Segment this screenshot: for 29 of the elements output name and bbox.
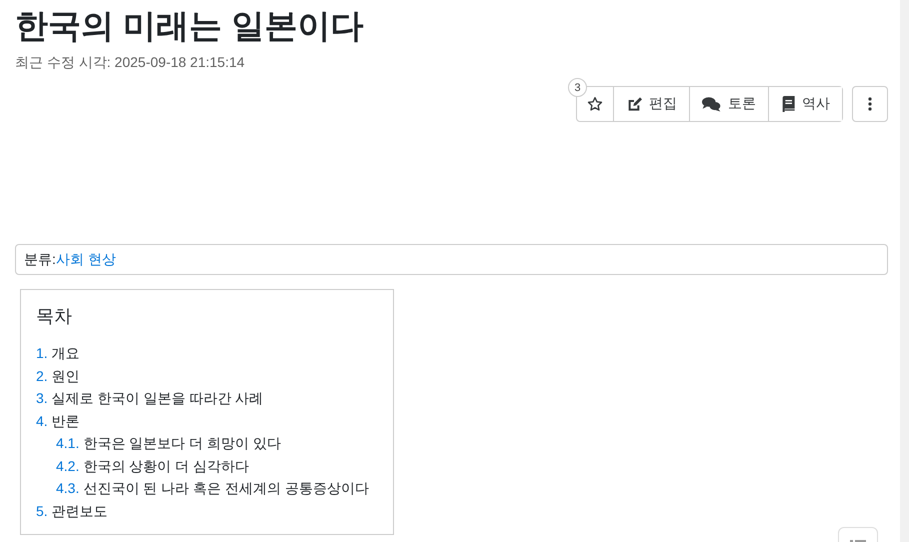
toc-number-link[interactable]: 2. [36,364,48,387]
last-modified-text: 최근 수정 시각: 2025-09-18 21:15:14 [15,54,246,72]
toc-entry: 한국은 일본보다 더 희망이 있다 [83,434,281,453]
toc-entry: 한국의 상황이 더 심각하다 [83,456,250,476]
toc-entry: 반론 [52,412,80,430]
toc-number-link[interactable]: 4.3. [56,477,80,500]
chat-icon [702,96,721,112]
toc-number-link[interactable]: 1. [36,342,48,364]
toc-entry: 실제로 한국이 일본을 따라간 사례 [52,389,264,408]
category-link[interactable]: 사회 현상 [56,250,116,268]
toc-title: 목차 [36,305,73,328]
star-count-badge: 3 [568,78,587,97]
toc-number-link[interactable]: 3. [36,387,48,410]
more-button[interactable] [852,86,888,122]
book-icon [781,96,795,112]
star-icon [587,96,603,112]
toc-number-link[interactable]: 4.2. [56,454,80,477]
toc-number-link[interactable]: 5. [36,500,48,522]
page-title: 한국의 미래는 일본이다 [15,6,364,46]
history-button[interactable]: 역사 [768,87,842,121]
toc-entry: 개요 [52,344,80,363]
toc-entry: 관련보도 [52,502,108,520]
more-icon [868,97,872,111]
toc-entry: 선진국이 된 나라 혹은 전세계의 공통증상이다 [83,479,369,498]
toc-number-link[interactable]: 4. [36,410,48,432]
edit-icon [626,96,642,112]
toc-number-link[interactable]: 4.1. [56,432,80,454]
category-label: 분류: [24,250,56,268]
toc-entry: 원인 [52,366,80,386]
